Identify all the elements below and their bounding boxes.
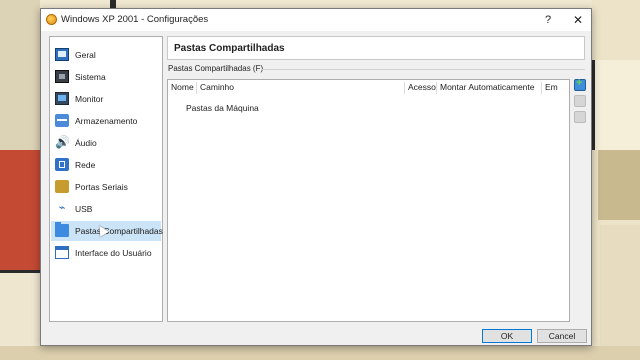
column-separator	[541, 82, 542, 94]
remove-folder-icon[interactable]	[574, 111, 586, 123]
sidebar-item-label: Monitor	[75, 94, 104, 104]
edit-folder-icon[interactable]	[574, 95, 586, 107]
sidebar-item-label: Portas Seriais	[75, 182, 128, 192]
sidebar-item-geral[interactable]: Geral	[51, 45, 161, 65]
shared-folders-table[interactable]: Nome Caminho Acesso Montar Automaticamen…	[167, 79, 570, 322]
help-button[interactable]: ?	[538, 12, 558, 28]
sidebar-item-rede[interactable]: Rede	[51, 155, 161, 175]
sidebar-item-interface-do-usuario[interactable]: Interface do Usuário	[51, 243, 161, 263]
user-interface-icon	[55, 246, 69, 259]
title-bar[interactable]: Windows XP 2001 - Configurações ? ✕	[41, 9, 591, 31]
sidebar-item-sistema[interactable]: Sistema	[51, 67, 161, 87]
column-separator	[196, 82, 197, 94]
sidebar-item-portas-seriais[interactable]: Portas Seriais	[51, 177, 161, 197]
storage-icon	[55, 114, 69, 127]
audio-icon: 🔊	[55, 135, 70, 149]
sidebar-item-audio[interactable]: 🔊 Áudio	[51, 133, 161, 153]
cancel-button[interactable]: Cancel	[537, 329, 587, 343]
group-label: Pastas Compartilhadas (F)	[168, 64, 264, 73]
list-item[interactable]: Pastas da Máquina	[186, 103, 259, 113]
column-separator	[436, 82, 437, 94]
column-header-montar[interactable]: Montar Automaticamente	[440, 82, 535, 92]
sidebar-item-label: Rede	[75, 160, 96, 170]
sidebar-item-label: Pastas Compartilhadas	[75, 226, 163, 236]
sidebar-item-label: USB	[75, 204, 93, 214]
shared-folder-icon	[55, 222, 69, 237]
column-header-nome[interactable]: Nome	[171, 82, 194, 92]
monitor-icon	[55, 92, 69, 105]
chip-icon	[55, 70, 69, 83]
sidebar-item-usb[interactable]: ⌁ USB	[51, 199, 161, 219]
virtualbox-icon	[46, 14, 57, 25]
network-icon	[55, 158, 69, 171]
category-list: Geral Sistema Monitor Armazenamento 🔊 Áu…	[49, 36, 163, 322]
sidebar-item-armazenamento[interactable]: Armazenamento	[51, 111, 161, 131]
sidebar-item-monitor[interactable]: Monitor	[51, 89, 161, 109]
page-header: Pastas Compartilhadas	[167, 36, 585, 60]
general-icon	[55, 48, 69, 61]
sidebar-item-label: Sistema	[75, 72, 106, 82]
column-header-em[interactable]: Em	[545, 82, 558, 92]
page-title: Pastas Compartilhadas	[174, 43, 285, 54]
column-header-caminho[interactable]: Caminho	[200, 82, 234, 92]
add-folder-icon[interactable]	[574, 77, 586, 91]
usb-icon: ⌁	[58, 202, 66, 214]
column-header-acesso[interactable]: Acesso	[408, 82, 436, 92]
group-divider	[261, 69, 585, 70]
ok-button[interactable]: OK	[482, 329, 532, 343]
column-separator	[404, 82, 405, 94]
sidebar-item-label: Interface do Usuário	[75, 248, 152, 258]
sidebar-item-label: Armazenamento	[75, 116, 138, 126]
sidebar-item-label: Geral	[75, 50, 96, 60]
window-title: Windows XP 2001 - Configurações	[61, 14, 209, 25]
sidebar-item-label: Áudio	[75, 138, 97, 148]
serial-port-icon	[55, 180, 69, 193]
close-button[interactable]: ✕	[568, 12, 588, 28]
settings-dialog: Windows XP 2001 - Configurações ? ✕ Gera…	[40, 8, 592, 346]
